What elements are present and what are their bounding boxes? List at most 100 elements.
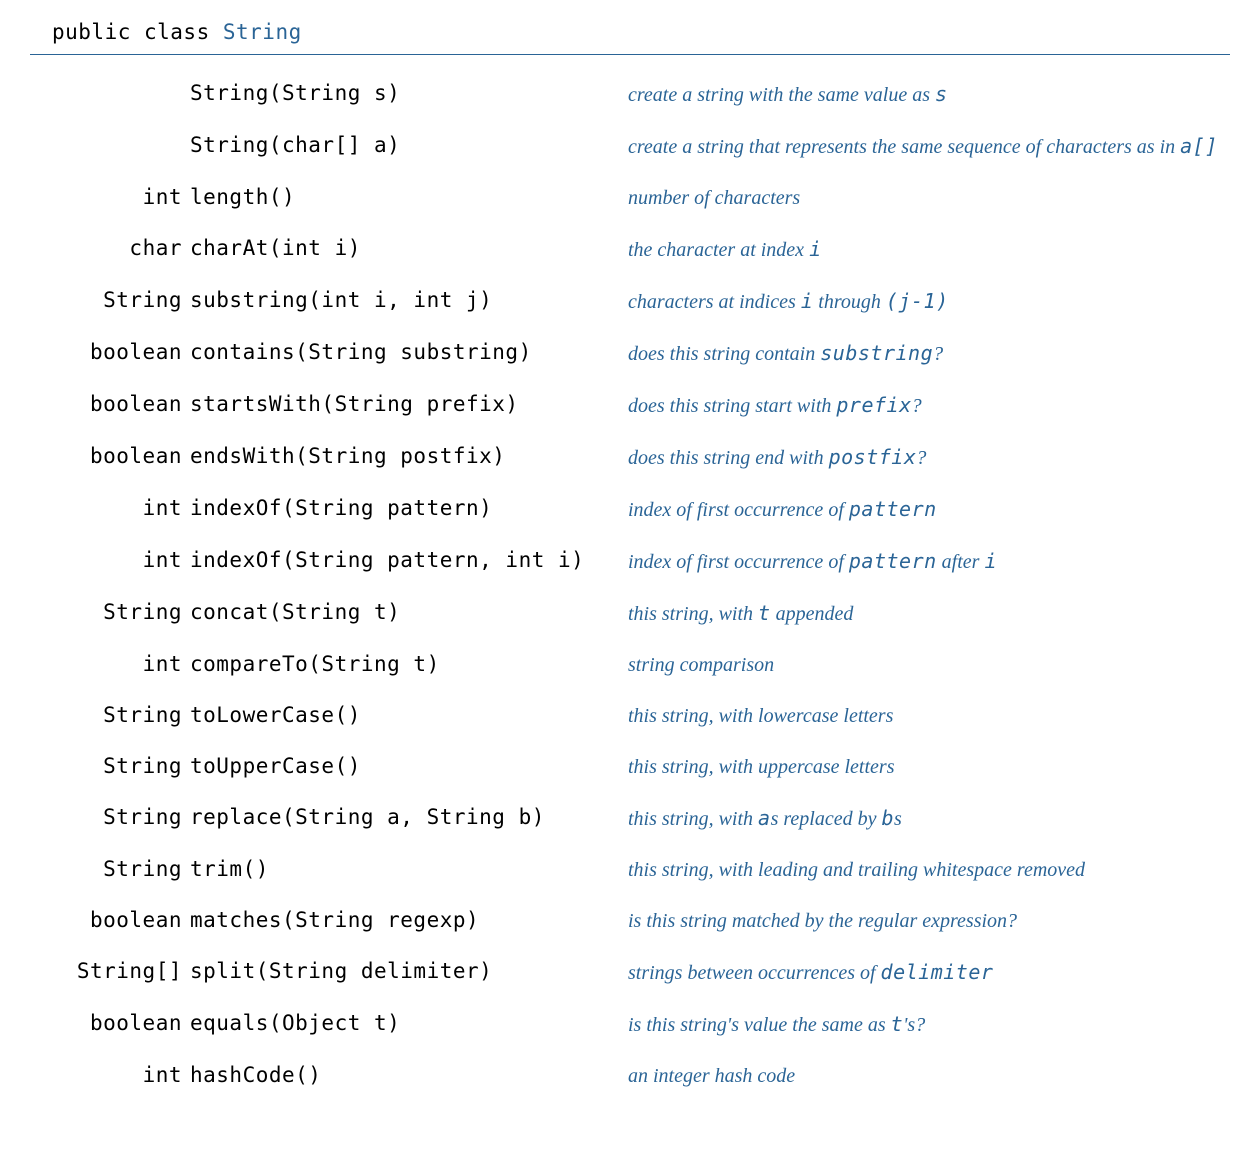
return-type: boolean [30, 328, 190, 380]
method-signature: matches(String regexp) [190, 896, 628, 947]
method-signature: replace(String a, String b) [190, 793, 628, 845]
method-description: create a string that represents the same… [628, 121, 1230, 173]
method-signature: contains(String substring) [190, 328, 628, 380]
api-table: String(String s)create a string with the… [30, 69, 1230, 1102]
api-row: booleanstartsWith(String prefix)does thi… [30, 380, 1230, 432]
method-signature: indexOf(String pattern, int i) [190, 536, 628, 588]
method-signature: length() [190, 173, 628, 224]
api-row: intindexOf(String pattern, int i)index o… [30, 536, 1230, 588]
return-type: String [30, 845, 190, 896]
inline-code: a[] [1180, 134, 1218, 158]
header-keyword: public class [52, 20, 223, 44]
method-signature: indexOf(String pattern) [190, 484, 628, 536]
return-type: boolean [30, 896, 190, 947]
api-row: booleanequals(Object t)is this string's … [30, 999, 1230, 1051]
api-row: String[]split(String delimiter)strings b… [30, 947, 1230, 999]
method-signature: concat(String t) [190, 588, 628, 640]
api-row: Stringconcat(String t)this string, with … [30, 588, 1230, 640]
inline-code: s [935, 82, 948, 106]
return-type: String[] [30, 947, 190, 999]
method-signature: startsWith(String prefix) [190, 380, 628, 432]
return-type: int [30, 484, 190, 536]
method-description: number of characters [628, 173, 1230, 224]
return-type: int [30, 640, 190, 691]
return-type: String [30, 793, 190, 845]
method-description: this string, with t appended [628, 588, 1230, 640]
inline-code: pattern [849, 497, 937, 521]
inline-code: i [984, 549, 997, 573]
api-row: Stringreplace(String a, String b)this st… [30, 793, 1230, 845]
method-description: is this string's value the same as t's? [628, 999, 1230, 1051]
return-type: String [30, 742, 190, 793]
method-description: create a string with the same value as s [628, 69, 1230, 121]
inline-code: t [758, 601, 771, 625]
api-row: intindexOf(String pattern)index of first… [30, 484, 1230, 536]
method-description: this string, with uppercase letters [628, 742, 1230, 793]
method-description: this string, with as replaced by bs [628, 793, 1230, 845]
method-description: this string, with leading and trailing w… [628, 845, 1230, 896]
api-row: booleanendsWith(String postfix)does this… [30, 432, 1230, 484]
method-description: the character at index i [628, 224, 1230, 276]
method-signature: compareTo(String t) [190, 640, 628, 691]
method-description: this string, with lowercase letters [628, 691, 1230, 742]
method-signature: charAt(int i) [190, 224, 628, 276]
return-type: int [30, 536, 190, 588]
inline-code: t [891, 1012, 904, 1036]
inline-code: i [801, 289, 814, 313]
method-description: is this string matched by the regular ex… [628, 896, 1230, 947]
inline-code: a [758, 806, 771, 830]
api-row: String(char[] a)create a string that rep… [30, 121, 1230, 173]
inline-code: prefix [836, 393, 911, 417]
method-signature: endsWith(String postfix) [190, 432, 628, 484]
method-signature: String(String s) [190, 69, 628, 121]
method-signature: equals(Object t) [190, 999, 628, 1051]
return-type: boolean [30, 999, 190, 1051]
api-row: Stringsubstring(int i, int j)characters … [30, 276, 1230, 328]
header-classname: String [223, 20, 302, 44]
method-description: string comparison [628, 640, 1230, 691]
api-row: StringtoUpperCase()this string, with upp… [30, 742, 1230, 793]
method-description: index of first occurrence of pattern [628, 484, 1230, 536]
return-type: boolean [30, 380, 190, 432]
api-row: charcharAt(int i)the character at index … [30, 224, 1230, 276]
method-signature: String(char[] a) [190, 121, 628, 173]
return-type [30, 69, 190, 121]
method-signature: hashCode() [190, 1051, 628, 1102]
api-row: intcompareTo(String t)string comparison [30, 640, 1230, 691]
method-description: strings between occurrences of delimiter [628, 947, 1230, 999]
method-description: an integer hash code [628, 1051, 1230, 1102]
return-type: int [30, 1051, 190, 1102]
method-signature: toUpperCase() [190, 742, 628, 793]
return-type: String [30, 276, 190, 328]
api-row: booleanmatches(String regexp)is this str… [30, 896, 1230, 947]
inline-code: postfix [829, 445, 917, 469]
method-description: does this string contain substring? [628, 328, 1230, 380]
return-type: int [30, 173, 190, 224]
api-row: String(String s)create a string with the… [30, 69, 1230, 121]
method-signature: trim() [190, 845, 628, 896]
api-row: StringtoLowerCase()this string, with low… [30, 691, 1230, 742]
api-row: Stringtrim()this string, with leading an… [30, 845, 1230, 896]
return-type: boolean [30, 432, 190, 484]
api-row: inthashCode()an integer hash code [30, 1051, 1230, 1102]
return-type [30, 121, 190, 173]
inline-code: i [809, 237, 822, 261]
inline-code: pattern [849, 549, 937, 573]
inline-code: delimiter [881, 960, 994, 984]
method-signature: toLowerCase() [190, 691, 628, 742]
return-type: char [30, 224, 190, 276]
return-type: String [30, 588, 190, 640]
return-type: String [30, 691, 190, 742]
method-description: does this string end with postfix? [628, 432, 1230, 484]
method-signature: substring(int i, int j) [190, 276, 628, 328]
inline-code: b [881, 806, 894, 830]
inline-code: substring [820, 341, 933, 365]
class-header: public class String [30, 20, 1230, 55]
api-row: intlength()number of characters [30, 173, 1230, 224]
inline-code: (j-1) [886, 289, 949, 313]
method-description: characters at indices i through (j-1) [628, 276, 1230, 328]
method-signature: split(String delimiter) [190, 947, 628, 999]
method-description: index of first occurrence of pattern aft… [628, 536, 1230, 588]
method-description: does this string start with prefix? [628, 380, 1230, 432]
api-row: booleancontains(String substring)does th… [30, 328, 1230, 380]
